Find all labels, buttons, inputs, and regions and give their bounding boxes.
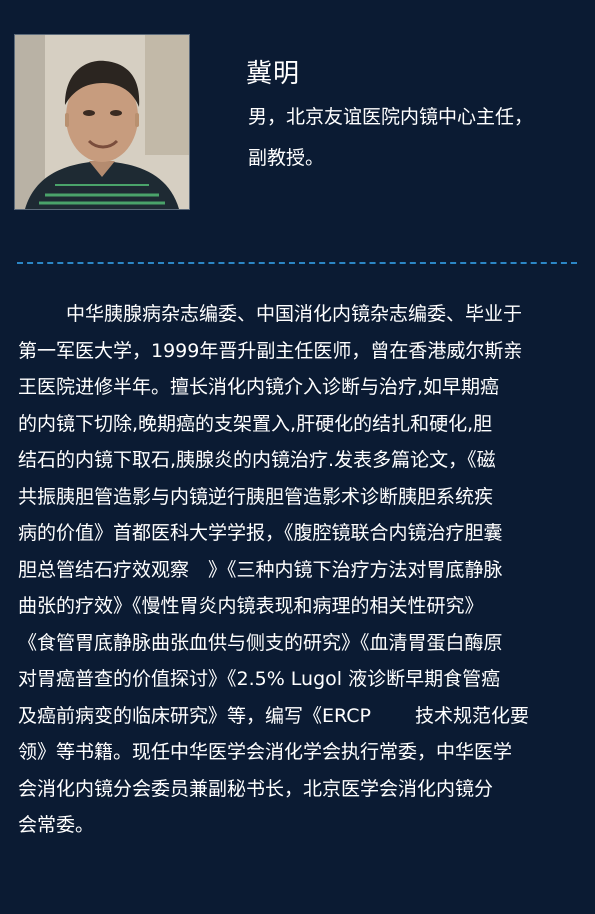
bio-line: 的内镜下切除,晚期癌的支架置入,肝硬化的结扎和硬化,胆: [18, 412, 493, 435]
bio-line: 对胃癌普查的价值探讨》《2.5% Lugol 液诊断早期食管癌: [18, 668, 501, 690]
section-divider: [17, 262, 577, 264]
bio-line: 领》等书籍。现任中华医学会消化学会执行常委，中华医学: [18, 741, 513, 763]
profile-title-line: 副教授。: [248, 147, 325, 169]
bio-line: 及癌前病变的临床研究》等，编写《ERCP 技术规范化要: [18, 704, 530, 727]
bio-line: 曲张的疗效》《慢性胃炎内镜表现和病理的相关性研究》: [18, 595, 484, 617]
bio-line: 共振胰胆管造影与内镜逆行胰胆管造影术诊断胰胆系统疾: [18, 485, 494, 508]
bio-line: 《食管胃底静脉曲张血供与侧支的研究》《血清胃蛋白酶原: [18, 631, 503, 654]
bio-line: 王医院进修半年。擅长消化内镜介入诊断与治疗,如早期癌: [18, 376, 500, 398]
bio-line: 结石的内镜下取石,胰腺炎的内镜治疗.发表多篇论文，《磁: [18, 449, 496, 471]
bio-line: 病的价值》首都医科大学学报，《腹腔镜联合内镜治疗胆囊: [18, 522, 503, 544]
biography-text: 中华胰腺病杂志编委、中国消化内镜杂志编委、毕业于 第一军医大学，1999年晋升副…: [18, 296, 580, 844]
portrait-illustration: [15, 35, 189, 209]
profile-photo: [14, 34, 190, 210]
bio-line: 会消化内镜分会委员兼副秘书长，北京医学会消化内镜分: [18, 777, 494, 800]
bio-line: 胆总管结石疗效观察 》《三种内镜下治疗方法对胃底静脉: [18, 558, 503, 581]
profile-name: 冀明: [246, 59, 301, 89]
bio-line: 会常委。: [18, 814, 95, 836]
bio-line: 第一军医大学，1999年晋升副主任医师，曾在香港威尔斯亲: [18, 339, 523, 362]
profile-title-line: 男，北京友谊医院内镜中心主任，: [248, 106, 534, 128]
bio-line: 中华胰腺病杂志编委、中国消化内镜杂志编委、毕业于: [66, 303, 523, 325]
